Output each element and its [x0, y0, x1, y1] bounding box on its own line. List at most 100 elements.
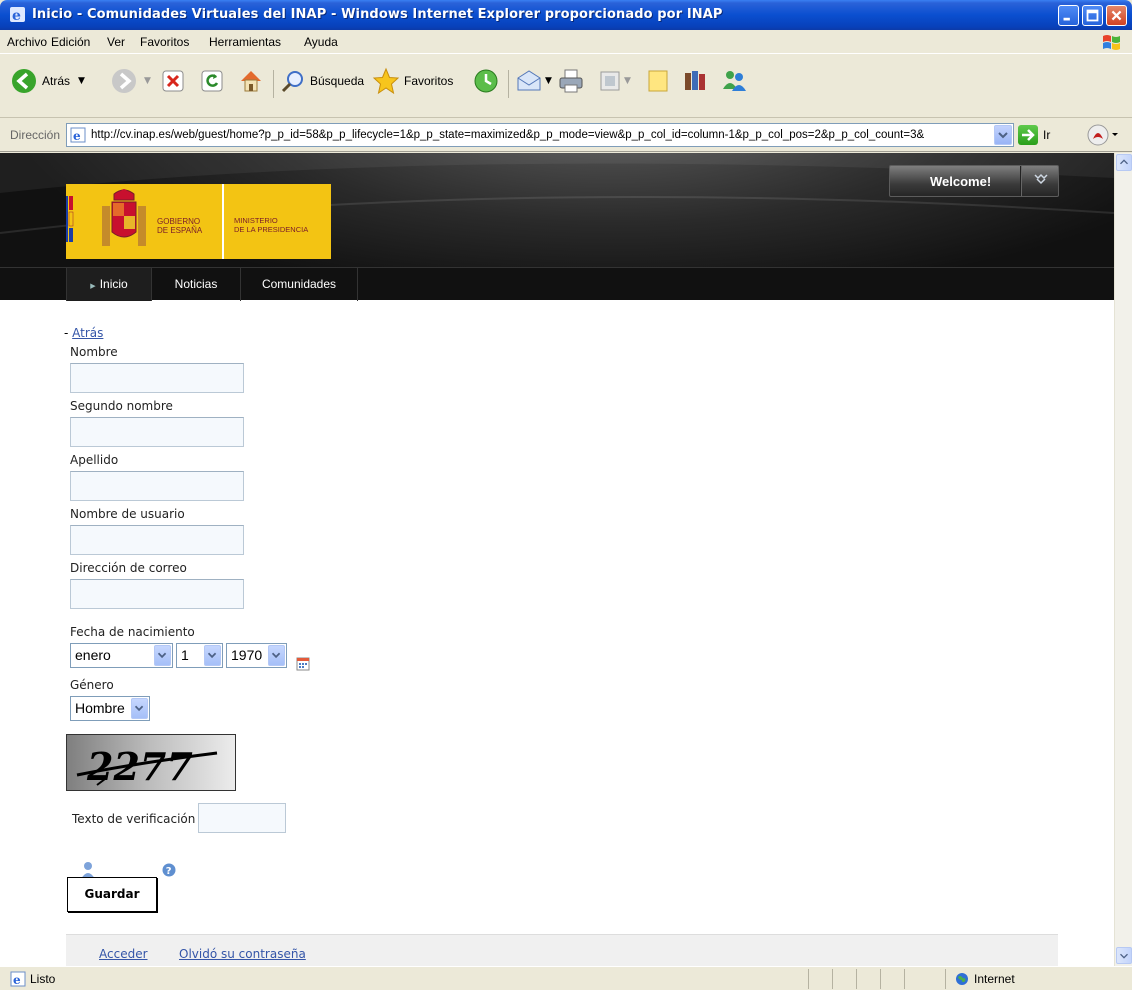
select-birth-month[interactable]: enero	[70, 643, 173, 668]
back-label: Atrás	[42, 74, 71, 88]
favorites-label: Favoritos	[404, 74, 454, 88]
home-button[interactable]	[237, 64, 265, 98]
printer-icon	[559, 69, 583, 93]
menu-archivo[interactable]: Archivo	[7, 35, 47, 49]
back-link-wrap: - Atrás	[64, 326, 104, 340]
note-icon	[648, 70, 668, 92]
status-bar: e Listo Internet	[0, 966, 1132, 990]
search-button[interactable]: Búsqueda	[280, 64, 364, 98]
status-text: Listo	[30, 972, 56, 986]
back-button[interactable]: Atrás ▼	[10, 64, 85, 98]
select-gender[interactable]: Hombre	[70, 696, 150, 721]
save-button[interactable]: Guardar	[67, 877, 157, 912]
url-dropdown-button[interactable]	[994, 125, 1012, 145]
refresh-icon	[201, 70, 223, 92]
menu-favoritos[interactable]: Favoritos	[140, 35, 189, 49]
forgot-password-link[interactable]: Olvidó su contraseña	[179, 947, 306, 961]
captcha-graphic: 2277	[76, 744, 218, 789]
input-verificacion[interactable]	[198, 803, 286, 833]
page-icon: e	[70, 127, 86, 143]
label-genero: Género	[70, 678, 114, 692]
minimize-button[interactable]	[1058, 5, 1079, 26]
dropdown-arrow-icon: ▼	[78, 76, 85, 86]
maximize-button[interactable]	[1082, 5, 1103, 26]
menu-edicion[interactable]: Edición	[51, 35, 90, 49]
select-birth-year[interactable]: 1970	[226, 643, 287, 668]
go-button[interactable]	[1018, 125, 1038, 145]
chevron-down-icon	[1034, 173, 1048, 185]
vertical-scrollbar[interactable]	[1114, 153, 1132, 966]
messenger-icon	[723, 71, 746, 91]
svg-text:e: e	[12, 8, 21, 23]
address-label: Dirección	[10, 128, 61, 142]
back-link[interactable]: Atrás	[72, 326, 103, 340]
label-apellido: Apellido	[70, 453, 119, 467]
site-header: GOBIERNO DE ESPAÑA MINISTERIO DE LA PRES…	[0, 153, 1114, 301]
input-segundo-nombre[interactable]	[70, 417, 244, 447]
footer-bar: Acceder Olvidó su contraseña	[66, 934, 1058, 966]
url-input[interactable]: e http://cv.inap.es/web/guest/home?p_p_i…	[66, 123, 1014, 147]
menu-ver[interactable]: Ver	[107, 35, 125, 49]
history-button[interactable]	[472, 64, 500, 98]
pdf-icon[interactable]	[1086, 122, 1120, 148]
triangle-right-icon: ▶	[90, 283, 96, 290]
government-logo: GOBIERNO DE ESPAÑA MINISTERIO DE LA PRES…	[66, 184, 331, 259]
favorites-button[interactable]: Favoritos	[372, 64, 453, 98]
login-link[interactable]: Acceder	[99, 947, 148, 961]
print-button[interactable]	[557, 64, 585, 98]
ie-icon: e	[10, 7, 25, 23]
research-button[interactable]	[682, 64, 708, 98]
scroll-down-button[interactable]	[1116, 947, 1132, 964]
notes-button[interactable]	[646, 64, 670, 98]
mail-button[interactable]: ▼	[515, 64, 552, 98]
menu-herramientas[interactable]: Herramientas	[209, 35, 281, 49]
scroll-up-button[interactable]	[1116, 154, 1132, 171]
forward-arrow-icon	[112, 69, 136, 93]
label-fecha-nacimiento: Fecha de nacimiento	[70, 625, 195, 639]
dropdown-arrow-icon: ▼	[545, 76, 552, 86]
welcome-dropdown-button[interactable]	[1020, 166, 1060, 196]
go-arrow-icon	[1022, 129, 1035, 141]
books-icon	[685, 71, 705, 90]
edit-icon	[600, 71, 620, 91]
edit-button[interactable]	[598, 64, 622, 98]
history-icon	[474, 69, 498, 93]
calendar-icon[interactable]	[296, 657, 310, 671]
url-text: http://cv.inap.es/web/guest/home?p_p_id=…	[91, 129, 925, 141]
go-label[interactable]: Ir	[1043, 128, 1050, 142]
refresh-button[interactable]	[200, 64, 224, 98]
messenger-button[interactable]	[720, 64, 748, 98]
label-correo: Dirección de correo	[70, 561, 187, 575]
address-bar: Dirección e http://cv.inap.es/web/guest/…	[0, 118, 1132, 152]
forward-button[interactable]: ▼	[110, 64, 151, 98]
gobierno-label: GOBIERNO DE ESPAÑA	[157, 217, 203, 235]
input-apellido[interactable]	[70, 471, 244, 501]
input-correo[interactable]	[70, 579, 244, 609]
welcome-menu[interactable]: Welcome!	[889, 165, 1059, 197]
home-icon	[241, 71, 261, 92]
menu-bar: Archivo Edición Ver Favoritos Herramient…	[0, 30, 1132, 54]
nav-tab-comunidades[interactable]: Comunidades	[241, 268, 357, 301]
input-nombre-usuario[interactable]	[70, 525, 244, 555]
help-icon[interactable]: ?	[162, 863, 176, 877]
svg-text:e: e	[73, 129, 81, 143]
page-status-icon: e	[10, 971, 26, 987]
nav-tab-noticias[interactable]: Noticias	[152, 268, 240, 301]
chevron-down-icon	[204, 645, 221, 666]
stop-button[interactable]	[161, 64, 185, 98]
label-nombre-usuario: Nombre de usuario	[70, 507, 185, 521]
nav-tab-inicio[interactable]: ▶ Inicio	[67, 268, 151, 301]
chevron-down-icon	[131, 698, 148, 719]
label-segundo-nombre: Segundo nombre	[70, 399, 173, 413]
search-label: Búsqueda	[310, 74, 365, 88]
welcome-label: Welcome!	[930, 174, 992, 189]
dropdown-arrow-icon: ▼	[144, 76, 151, 86]
menu-ayuda[interactable]: Ayuda	[304, 35, 338, 49]
back-arrow-icon	[12, 69, 36, 93]
input-nombre[interactable]	[70, 363, 244, 393]
captcha-image: 2277	[66, 734, 236, 791]
ministerio-label: MINISTERIO DE LA PRESIDENCIA	[234, 216, 309, 234]
window-titlebar[interactable]: e Inicio - Comunidades Virtuales del INA…	[0, 0, 1132, 30]
close-button[interactable]	[1106, 5, 1127, 26]
select-birth-day[interactable]: 1	[176, 643, 223, 668]
